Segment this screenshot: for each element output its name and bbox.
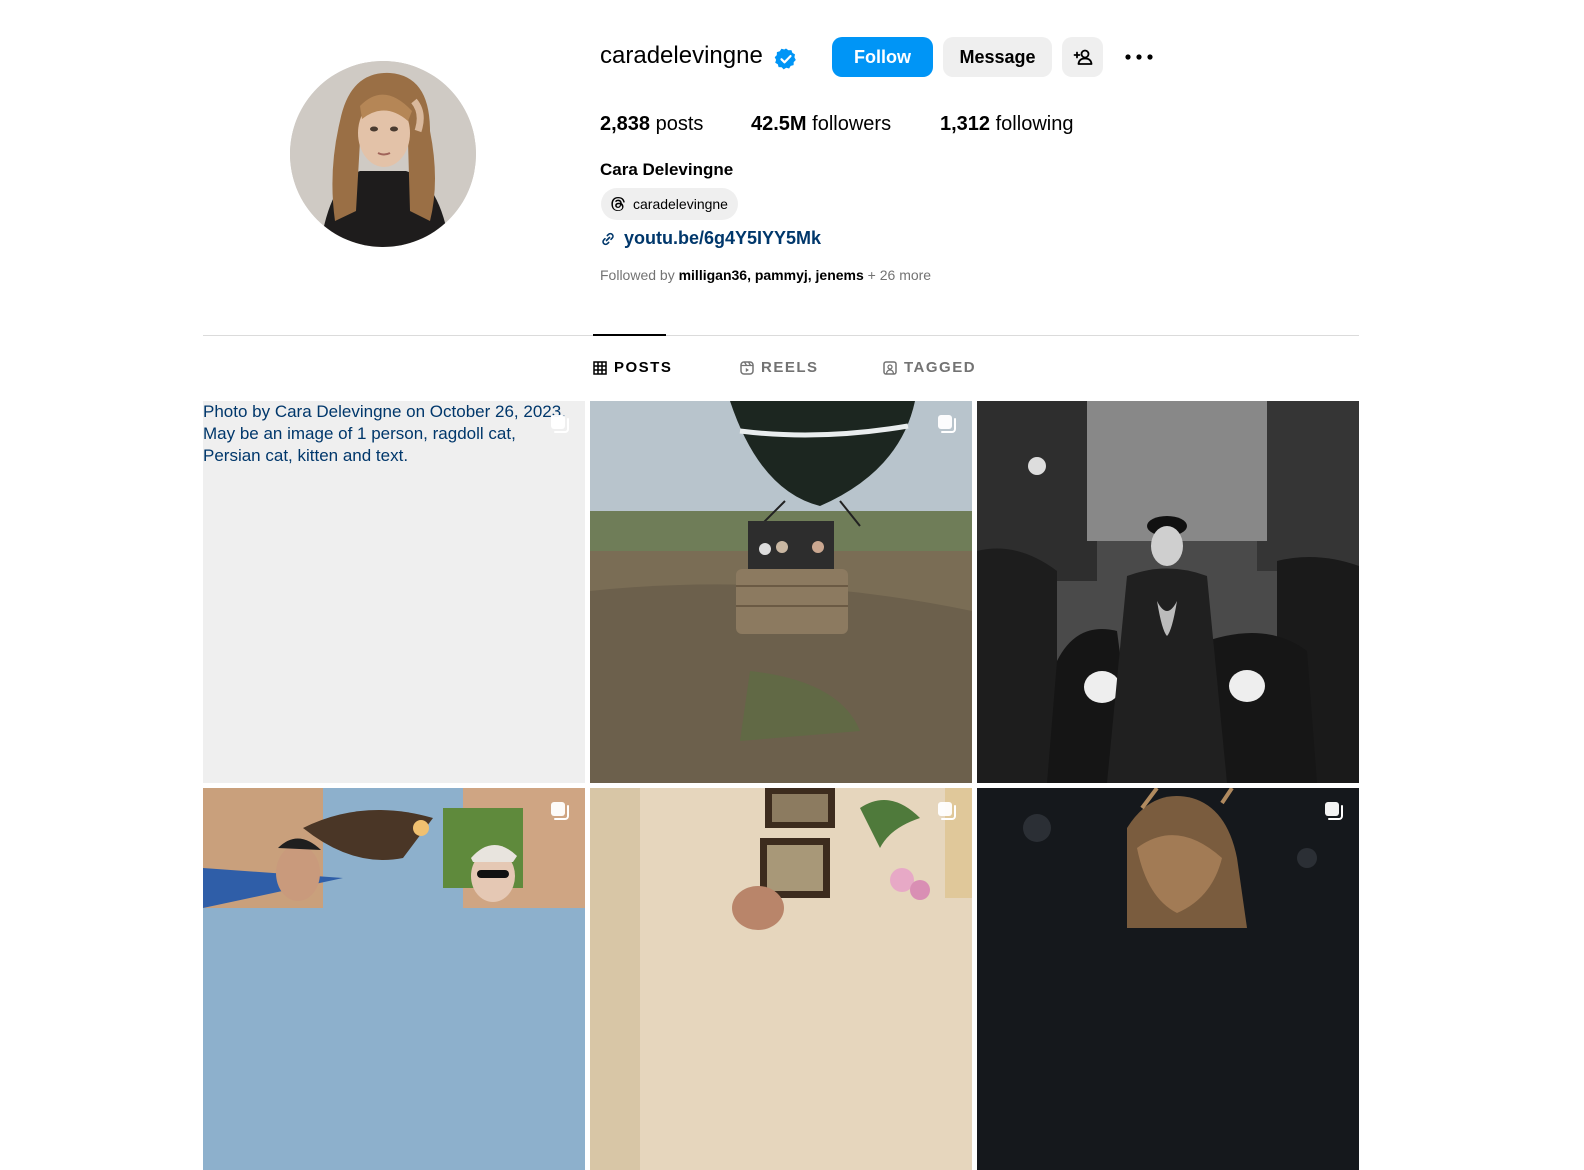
followed-by-names[interactable]: milligan36, pammyj, jenems — [679, 267, 864, 283]
multiple-images-icon — [938, 802, 956, 820]
profile-avatar[interactable] — [290, 61, 476, 247]
multiple-images-icon — [551, 415, 569, 433]
post-4[interactable] — [203, 788, 585, 1170]
threads-badge[interactable]: caradelevingne — [601, 188, 738, 220]
following-count[interactable]: 1,312 following — [940, 113, 1073, 136]
posts-count-value: 2,838 — [600, 113, 651, 135]
post-3[interactable] — [977, 401, 1359, 783]
following-count-label: following — [995, 113, 1074, 135]
followers-count-value: 42.5M — [751, 113, 807, 135]
threads-handle: caradelevingne — [633, 196, 728, 212]
post-6[interactable] — [977, 788, 1359, 1170]
message-button[interactable]: Message — [943, 37, 1052, 77]
tab-tagged-label: TAGGED — [904, 359, 977, 376]
followers-count[interactable]: 42.5M followers — [751, 113, 891, 136]
tagged-icon — [883, 360, 897, 375]
post-1[interactable]: Photo by Cara Delevingne on October 26, … — [203, 401, 585, 783]
posts-count-label: posts — [655, 113, 704, 135]
balloon-photo — [590, 401, 972, 783]
profile-link-text[interactable]: youtu.be/6g4Y5IYY5Mk — [624, 228, 821, 249]
tab-posts[interactable]: POSTS — [593, 359, 672, 376]
avatar-image — [290, 61, 476, 247]
falcon-photo — [203, 788, 585, 1170]
tab-reels-label: REELS — [761, 359, 819, 376]
post-1-broken-image-alt: Photo by Cara Delevingne on October 26, … — [203, 402, 566, 465]
multiple-images-icon — [938, 415, 956, 433]
profile-username: caradelevingne — [600, 42, 763, 69]
profile-full-name: Cara Delevingne — [600, 160, 734, 179]
tabs-divider — [203, 335, 1359, 336]
link-icon — [602, 232, 614, 245]
posts-count: 2,838 posts — [600, 113, 703, 136]
night-portrait-photo — [977, 788, 1359, 1170]
street-scene-photo — [977, 401, 1359, 783]
more-options-icon — [1125, 54, 1153, 60]
profile-link[interactable]: youtu.be/6g4Y5IYY5Mk — [600, 228, 821, 249]
active-tab-indicator — [593, 334, 666, 336]
post-5[interactable] — [590, 788, 972, 1170]
followed-by-more: + 26 more — [867, 267, 932, 283]
tab-tagged[interactable]: TAGGED — [883, 359, 976, 376]
followers-count-label: followers — [812, 113, 892, 135]
multiple-images-icon — [1325, 802, 1343, 820]
post-2[interactable] — [590, 401, 972, 783]
suggested-accounts-button[interactable] — [1062, 37, 1103, 77]
tab-posts-label: POSTS — [614, 359, 673, 376]
followed-by[interactable]: Followed by milligan36, pammyj, jenems +… — [600, 267, 931, 283]
tab-reels[interactable]: REELS — [740, 359, 819, 376]
add-user-icon — [1073, 49, 1092, 65]
followed-by-prefix: Followed by — [600, 267, 675, 283]
verified-badge-icon — [774, 48, 796, 70]
follow-button[interactable]: Follow — [832, 37, 933, 77]
grid-icon — [593, 360, 607, 375]
threads-icon — [611, 197, 625, 211]
reels-icon — [740, 360, 754, 375]
more-options-button[interactable] — [1124, 45, 1154, 69]
multiple-images-icon — [551, 802, 569, 820]
room-flowers-photo — [590, 788, 972, 1170]
following-count-value: 1,312 — [940, 113, 991, 135]
